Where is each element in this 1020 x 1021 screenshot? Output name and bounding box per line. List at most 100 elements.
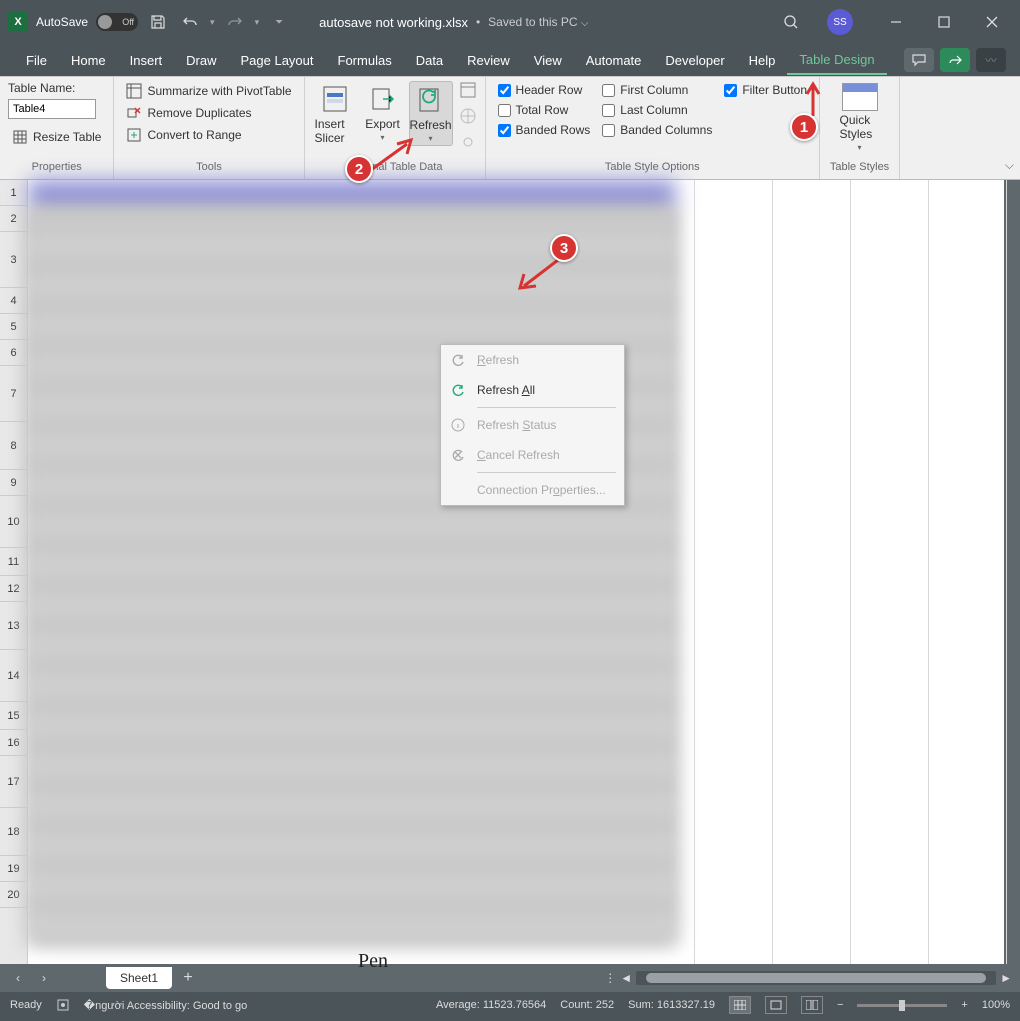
row-header[interactable]: 17	[0, 756, 27, 808]
tab-page-layout[interactable]: Page Layout	[229, 47, 326, 74]
row-header[interactable]: 20	[0, 882, 27, 908]
tab-developer[interactable]: Developer	[653, 47, 736, 74]
tab-formulas[interactable]: Formulas	[326, 47, 404, 74]
dd-refresh-all[interactable]: Refresh All	[441, 375, 624, 405]
macro-record-icon[interactable]	[56, 998, 70, 1012]
quick-styles-button[interactable]: Quick Styles ▾	[838, 81, 882, 154]
autosave-label: AutoSave	[36, 15, 88, 29]
zoom-in-button[interactable]: +	[961, 999, 967, 1011]
add-sheet-button[interactable]: +	[178, 969, 198, 987]
first-column-checkbox[interactable]: First Column	[598, 81, 716, 99]
view-page-break-icon[interactable]	[801, 996, 823, 1014]
tab-review[interactable]: Review	[455, 47, 522, 74]
row-header[interactable]: 18	[0, 808, 27, 856]
hscroll-right[interactable]: ►	[1000, 971, 1012, 985]
sheet-nav-prev[interactable]: ‹	[8, 971, 28, 985]
export-button[interactable]: Export ▾	[361, 81, 405, 144]
tab-home[interactable]: Home	[59, 47, 118, 74]
header-row-checkbox[interactable]: Header Row	[494, 81, 595, 99]
save-icon[interactable]	[146, 10, 170, 34]
remove-duplicates-button[interactable]: Remove Duplicates	[122, 103, 295, 123]
ribbon-expand-icon[interactable]: ⌵	[1005, 158, 1014, 173]
dd-refresh: Refresh	[441, 345, 624, 375]
remove-dups-icon	[126, 105, 142, 121]
hscroll-left[interactable]: ◄	[620, 971, 632, 985]
sheet-nav-next[interactable]: ›	[34, 971, 54, 985]
zoom-level[interactable]: 100%	[982, 999, 1010, 1011]
row-header[interactable]: 12	[0, 576, 27, 602]
tab-insert[interactable]: Insert	[118, 47, 175, 74]
row-header[interactable]: 9	[0, 470, 27, 496]
qat-dropdown-icon[interactable]: ⏷	[267, 10, 291, 34]
tab-draw[interactable]: Draw	[174, 47, 228, 74]
maximize-button[interactable]	[924, 7, 964, 37]
row-header[interactable]: 10	[0, 496, 27, 548]
autosave-toggle[interactable]: Off	[96, 13, 138, 31]
row-header[interactable]: 7	[0, 366, 27, 422]
horizontal-scrollbar[interactable]	[636, 971, 996, 985]
properties-icon[interactable]	[459, 81, 477, 105]
tab-file[interactable]: File	[14, 47, 59, 74]
more-button[interactable]: 〰	[976, 48, 1006, 72]
row-header[interactable]: 2	[0, 206, 27, 232]
row-header[interactable]: 1	[0, 180, 27, 206]
row-header[interactable]: 8	[0, 422, 27, 470]
refresh-button[interactable]: Refresh ▾	[409, 81, 453, 146]
accessibility-status[interactable]: �người Accessibility: Good to go	[84, 999, 247, 1012]
undo-icon[interactable]	[178, 10, 202, 34]
user-avatar[interactable]: SS	[827, 9, 853, 35]
sheet-menu-icon[interactable]: ⋮	[604, 971, 616, 985]
zoom-slider[interactable]	[857, 1004, 947, 1007]
total-row-checkbox[interactable]: Total Row	[494, 101, 595, 119]
tab-view[interactable]: View	[522, 47, 574, 74]
group-style-options: Header Row Total Row Banded Rows First C…	[486, 77, 820, 179]
banded-rows-checkbox[interactable]: Banded Rows	[494, 121, 595, 139]
resize-table-icon	[12, 129, 28, 145]
row-header[interactable]: 3	[0, 232, 27, 288]
last-column-checkbox[interactable]: Last Column	[598, 101, 716, 119]
tab-automate[interactable]: Automate	[574, 47, 654, 74]
share-button[interactable]	[940, 48, 970, 72]
row-header[interactable]: 19	[0, 856, 27, 882]
arrow-2	[367, 138, 415, 174]
row-header[interactable]: 15	[0, 702, 27, 730]
callout-3: 3	[550, 234, 578, 262]
summarize-pivot-button[interactable]: Summarize with PivotTable	[122, 81, 295, 101]
sheet-tabs-bar: ‹ › Sheet1 + ⋮ ◄ ►	[0, 964, 1020, 992]
sheet-tab-sheet1[interactable]: Sheet1	[106, 967, 172, 989]
zoom-out-button[interactable]: −	[837, 999, 843, 1011]
table-name-input[interactable]	[8, 99, 96, 119]
row-header[interactable]: 11	[0, 548, 27, 576]
comments-button[interactable]	[904, 48, 934, 72]
convert-to-range-button[interactable]: Convert to Range	[122, 125, 295, 145]
ribbon-content: Table Name: Resize Table Properties Summ…	[0, 76, 1020, 180]
resize-table-button[interactable]: Resize Table	[8, 127, 105, 147]
minimize-button[interactable]	[876, 7, 916, 37]
tab-data[interactable]: Data	[404, 47, 455, 74]
view-page-layout-icon[interactable]	[765, 996, 787, 1014]
open-browser-icon[interactable]	[459, 107, 477, 131]
cancel-refresh-icon	[449, 446, 467, 464]
redo-icon[interactable]	[223, 10, 247, 34]
row-header[interactable]: 13	[0, 602, 27, 650]
footer-text: Pen	[358, 950, 388, 973]
unlink-icon[interactable]	[459, 133, 477, 157]
search-icon[interactable]	[783, 14, 799, 30]
view-normal-icon[interactable]	[729, 996, 751, 1014]
insert-slicer-button[interactable]: Insert Slicer	[313, 81, 357, 147]
filter-button-checkbox[interactable]: Filter Button	[720, 81, 811, 99]
row-header[interactable]: 16	[0, 730, 27, 756]
tab-help[interactable]: Help	[737, 47, 788, 74]
row-header[interactable]: 14	[0, 650, 27, 702]
row-header[interactable]: 6	[0, 340, 27, 366]
row-header[interactable]: 5	[0, 314, 27, 340]
row-header[interactable]: 4	[0, 288, 27, 314]
ribbon-tabs: File Home Insert Draw Page Layout Formul…	[0, 44, 1020, 76]
close-button[interactable]	[972, 7, 1012, 37]
sheet-body[interactable]: Pen Refresh Refresh All Refresh Status C…	[28, 180, 1004, 964]
tab-table-design[interactable]: Table Design	[787, 46, 886, 75]
slicer-icon	[319, 83, 351, 115]
saved-status[interactable]: Saved to this PC ⌵	[488, 15, 588, 29]
banded-columns-checkbox[interactable]: Banded Columns	[598, 121, 716, 139]
title-bar: X AutoSave Off ▾ ▾ ⏷ autosave not workin…	[0, 0, 1020, 44]
